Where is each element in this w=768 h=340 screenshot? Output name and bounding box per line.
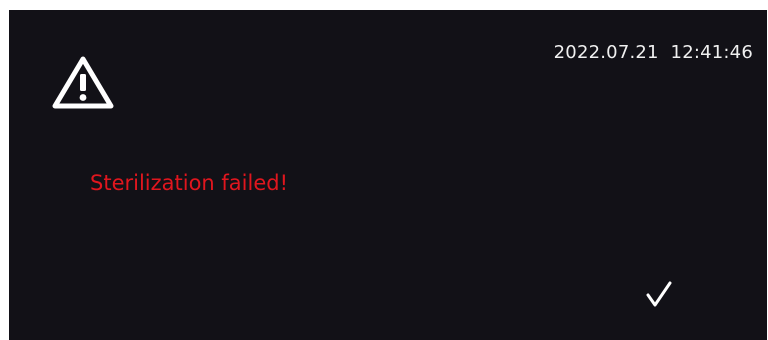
alert-screen: 2022.07.21 12:41:46 Sterilization failed… (9, 10, 767, 340)
datetime-display: 2022.07.21 12:41:46 (553, 42, 753, 63)
confirm-button[interactable] (635, 272, 683, 320)
alert-message: Sterilization failed! (90, 171, 289, 195)
warning-icon (51, 54, 115, 110)
checkmark-icon (642, 277, 676, 316)
